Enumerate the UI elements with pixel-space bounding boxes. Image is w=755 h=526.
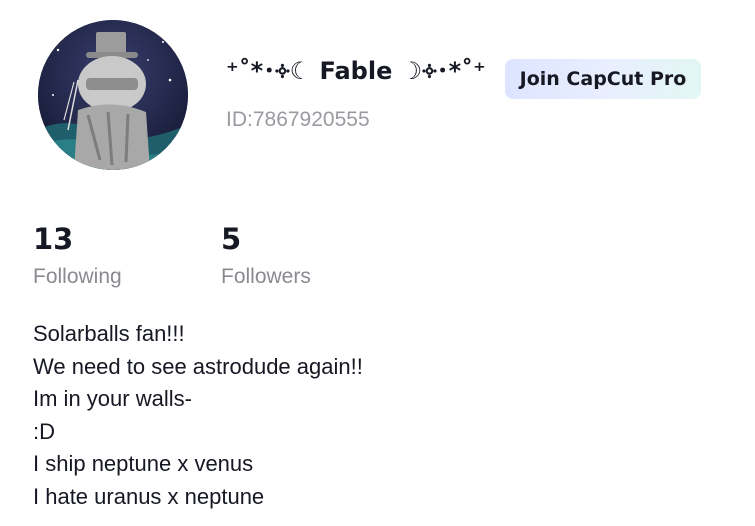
name-row: ⁺˚*･༓☾ Fable ☽༓･*˚⁺	[226, 57, 486, 98]
join-capcut-pro-button[interactable]: Join CapCut Pro	[505, 59, 701, 99]
following-label: Following	[33, 265, 122, 288]
followers-label: Followers	[221, 265, 311, 288]
followers-count: 5	[221, 222, 242, 256]
avatar-image	[38, 20, 188, 170]
display-name: ⁺˚*･༓☾ Fable ☽༓･*˚⁺	[226, 56, 486, 85]
bio-line: Im in your walls-	[33, 386, 192, 411]
bio-line: Solarballs fan!!!	[33, 321, 185, 346]
following-count: 13	[33, 222, 74, 256]
avatar[interactable]	[38, 20, 188, 170]
following-stat[interactable]: 13 Following	[33, 222, 122, 290]
followers-stat[interactable]: 5 Followers	[221, 222, 311, 290]
bio-line: We need to see astrodude again!!	[33, 353, 363, 379]
user-id: ID:7867920555	[226, 108, 370, 131]
bio: Solarballs fan!!! We need to see astrodu…	[33, 318, 363, 513]
bio-line: I ship neptune x venus	[33, 451, 254, 476]
bio-line: I hate uranus x neptune	[33, 483, 265, 509]
bio-line: :D	[33, 418, 55, 444]
